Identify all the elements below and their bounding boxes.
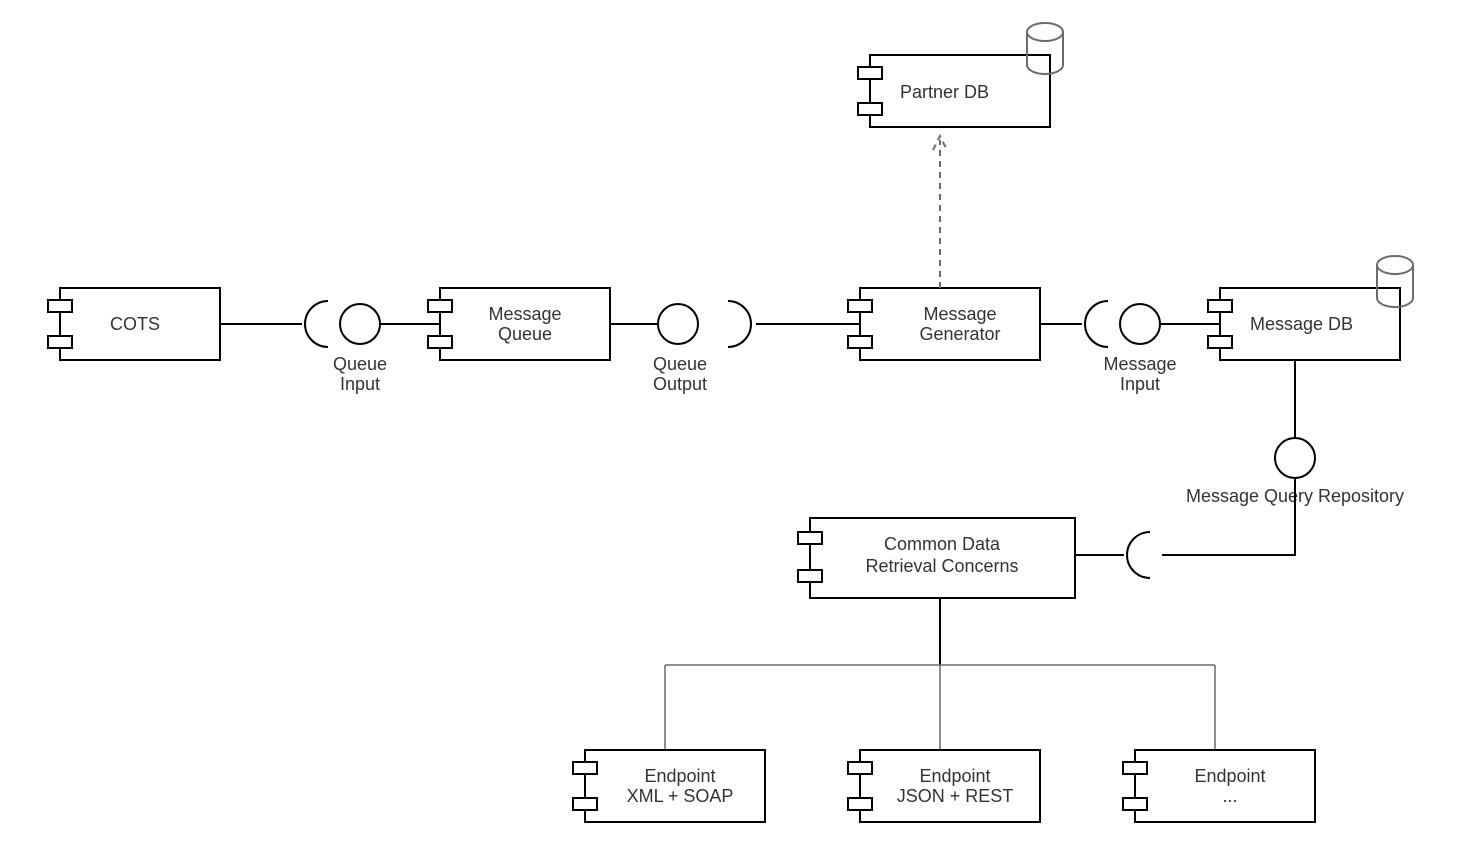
ball-message-query-repository [1275,438,1315,478]
component-message-generator-label-2: Generator [919,324,1000,344]
label-queue-input-2: Input [340,374,380,394]
label-message-input-2: Input [1120,374,1160,394]
endpoint-3-label-1: Endpoint [1194,766,1265,786]
endpoint-2-label-1: Endpoint [919,766,990,786]
component-message-queue-label-1: Message [488,304,561,324]
endpoint-3-label-2: ... [1222,786,1237,806]
component-message-generator-label-1: Message [923,304,996,324]
ball-queue-output [658,304,698,344]
dependency-to-partner-db [933,136,947,288]
component-cots-label: COTS [110,314,160,334]
socket-queue-input [305,301,328,347]
label-queue-input-1: Queue [333,354,387,374]
socket-message-input [1085,301,1108,347]
endpoint-2-label-2: JSON + REST [897,786,1014,806]
component-common-data-label-2: Retrieval Concerns [865,556,1018,576]
component-common-data-label-1: Common Data [884,534,1001,554]
component-message-db: Message DB [1208,256,1413,360]
component-cots: COTS [48,288,220,360]
ball-queue-input [340,304,380,344]
component-common-data-retrieval: Common Data Retrieval Concerns [798,518,1075,598]
component-message-queue-label-2: Queue [498,324,552,344]
component-endpoint-other: Endpoint ... [1123,750,1315,822]
label-queue-output-1: Queue [653,354,707,374]
component-message-queue: Message Queue [428,288,610,360]
endpoint-1-label-1: Endpoint [644,766,715,786]
socket-message-query-repository [1127,532,1150,578]
ball-message-input [1120,304,1160,344]
label-queue-output-2: Output [653,374,707,394]
component-message-db-label: Message DB [1250,314,1353,334]
component-partner-db-label: Partner DB [900,82,989,102]
component-endpoint-json-rest: Endpoint JSON + REST [848,750,1040,822]
socket-queue-output [728,301,751,347]
component-partner-db: Partner DB [858,23,1063,127]
endpoint-1-label-2: XML + SOAP [627,786,734,806]
component-message-generator: Message Generator [848,288,1040,360]
label-message-input-1: Message [1103,354,1176,374]
component-endpoint-xml-soap: Endpoint XML + SOAP [573,750,765,822]
